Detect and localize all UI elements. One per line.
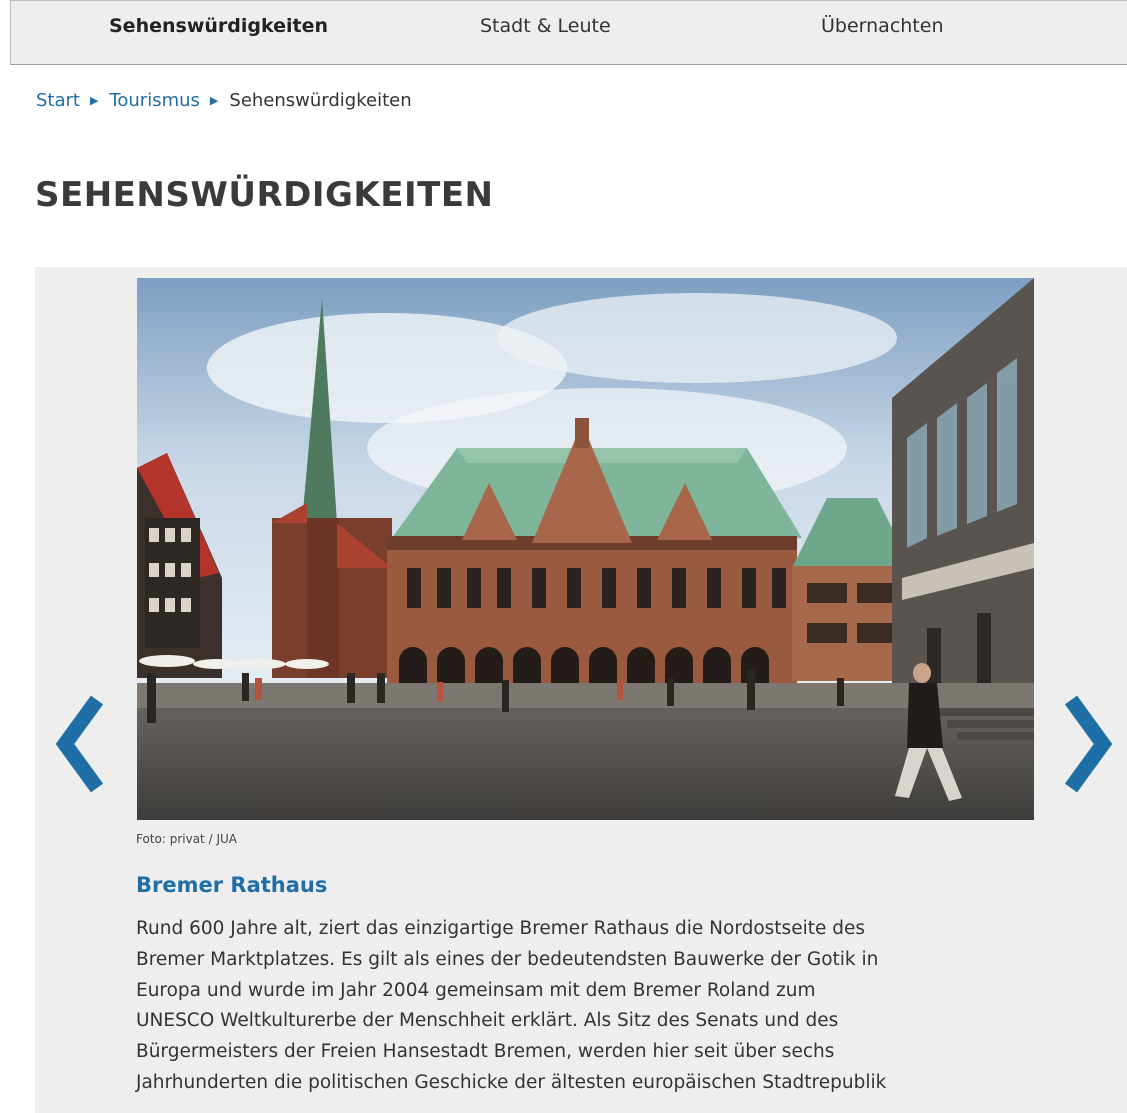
breadcrumb: Start ▶ Tourismus ▶ Sehenswürdigkeiten <box>36 90 412 111</box>
photo-credit: Foto: privat / JUA <box>136 832 237 846</box>
slide-description-line: Jahrhunderten die politischen Geschicke … <box>136 1071 887 1093</box>
slide-description-line: Europa und wurde im Jahr 2004 gemeinsam … <box>136 979 816 1001</box>
nav-item-stadt-und-leute[interactable]: Stadt & Leute <box>480 15 611 37</box>
rathaus-photo-illustration <box>137 278 1034 820</box>
nav-item-uebernachten[interactable]: Übernachten <box>821 15 944 37</box>
breadcrumb-tourismus-link[interactable]: Tourismus <box>109 90 199 111</box>
slide-description-line: Bürgermeisters der Freien Hansestadt Bre… <box>136 1041 835 1063</box>
page-title: SEHENSWÜRDIGKEITEN <box>35 175 494 215</box>
slider-next-button[interactable] <box>1059 692 1115 796</box>
slide-description-line: UNESCO Weltkulturerbe der Menschheit erk… <box>136 1010 839 1032</box>
main-navigation: Sehenswürdigkeiten Stadt & Leute Übernac… <box>10 0 1127 65</box>
slide-description: Rund 600 Jahre alt, ziert das einzigarti… <box>136 914 1051 1099</box>
breadcrumb-current: Sehenswürdigkeiten <box>229 90 412 111</box>
nav-item-sehenswuerdigkeiten[interactable]: Sehenswürdigkeiten <box>109 15 328 37</box>
breadcrumb-start-link[interactable]: Start <box>36 90 80 111</box>
slide-photo-bremer-rathaus <box>137 278 1034 820</box>
breadcrumb-separator-icon: ▶ <box>209 94 219 107</box>
slide-title: Bremer Rathaus <box>136 873 328 897</box>
slide-description-line: Bremer Marktplatzes. Es gilt als eines d… <box>136 948 879 970</box>
chevron-right-icon <box>1064 695 1113 793</box>
slide-description-line: Rund 600 Jahre alt, ziert das einzigarti… <box>136 918 865 939</box>
image-slider: Foto: privat / JUA Bremer Rathaus Rund 6… <box>35 267 1127 1113</box>
slider-prev-button[interactable] <box>53 692 109 796</box>
breadcrumb-separator-icon: ▶ <box>89 94 99 107</box>
chevron-left-icon <box>55 695 104 793</box>
